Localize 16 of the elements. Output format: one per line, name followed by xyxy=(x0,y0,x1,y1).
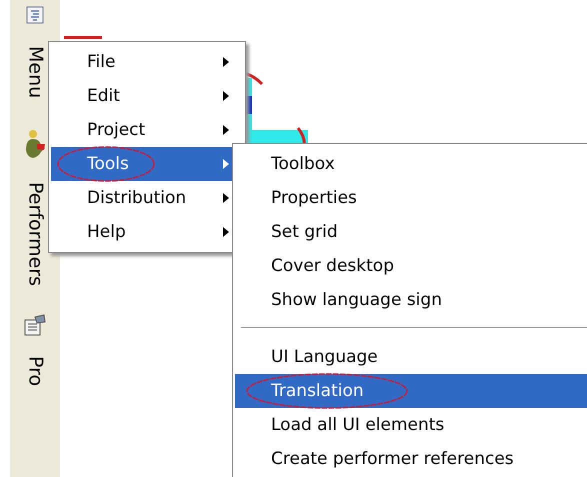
sidebar-tab[interactable]: Performers xyxy=(26,182,44,286)
sidebar-tab[interactable]: Pro xyxy=(26,356,44,386)
menu-item[interactable]: Load all UI elements xyxy=(235,408,587,442)
menu-item[interactable]: Show language sign xyxy=(235,283,587,317)
diagram-edge xyxy=(64,36,102,39)
list-icon[interactable] xyxy=(26,6,44,24)
properties-icon[interactable] xyxy=(24,314,46,336)
menu-item[interactable]: Edit xyxy=(51,79,243,113)
person-icon[interactable] xyxy=(24,128,46,160)
menu-item[interactable]: Cover desktop xyxy=(235,249,587,283)
menu-item[interactable]: Translation xyxy=(235,374,587,408)
menu-item[interactable]: Project xyxy=(51,113,243,147)
sidebar-tab[interactable]: Menu xyxy=(26,46,44,98)
menu-item[interactable]: UI Language xyxy=(235,340,587,374)
menu-item[interactable]: Create performer references xyxy=(235,442,587,476)
menu-item[interactable]: File xyxy=(51,45,243,79)
